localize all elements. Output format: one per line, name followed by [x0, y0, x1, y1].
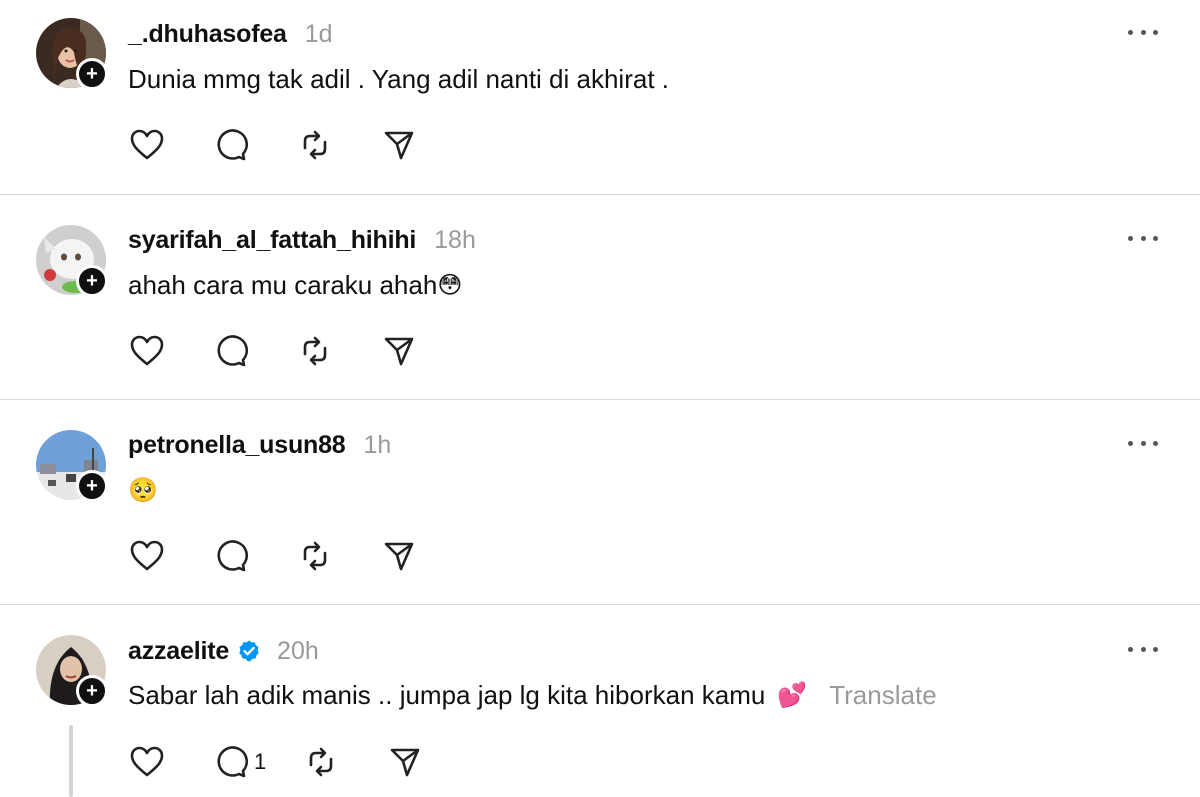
avatar-wrap[interactable]: +: [36, 635, 108, 707]
follow-plus-icon[interactable]: +: [76, 58, 108, 90]
action-bar: [128, 125, 418, 165]
more-icon[interactable]: [1128, 22, 1158, 42]
follow-plus-icon[interactable]: +: [76, 265, 108, 297]
repost-icon[interactable]: [302, 743, 340, 781]
heart-icon[interactable]: [128, 537, 166, 575]
timestamp[interactable]: 1d: [305, 20, 333, 49]
send-icon[interactable]: [386, 743, 424, 781]
post-header: azzaelite 20h: [128, 635, 319, 667]
repost-icon[interactable]: [296, 126, 334, 164]
post-text: ahah cara mu caraku ahah 😳: [128, 268, 462, 302]
post: + _.dhuhasofea 1d Dunia mmg tak adil . Y…: [0, 0, 1200, 194]
username[interactable]: syarifah_al_fattah_hihihi: [128, 226, 416, 255]
send-icon[interactable]: [380, 537, 418, 575]
username[interactable]: azzaelite: [128, 637, 229, 666]
reply-count: 1: [254, 749, 267, 774]
username[interactable]: petronella_usun88: [128, 431, 346, 460]
post: + syarifah_al_fattah_hihihi 18h ahah car…: [0, 195, 1200, 399]
heart-icon[interactable]: [128, 743, 166, 781]
more-icon[interactable]: [1128, 228, 1158, 248]
flushed-emoji: 😳: [437, 271, 463, 299]
send-icon[interactable]: [380, 332, 418, 370]
more-icon[interactable]: [1128, 433, 1158, 453]
heart-icon[interactable]: [128, 332, 166, 370]
more-icon[interactable]: [1128, 639, 1158, 659]
translate-link[interactable]: Translate: [829, 680, 936, 711]
verified-badge-icon: [237, 639, 261, 663]
action-bar: 1: [128, 742, 424, 782]
action-bar: [128, 536, 418, 576]
comment-icon[interactable]: [212, 332, 250, 370]
post-text: Dunia mmg tak adil . Yang adil nanti di …: [128, 62, 669, 96]
heart-icon[interactable]: [128, 126, 166, 164]
timestamp[interactable]: 1h: [364, 431, 392, 460]
comment-icon[interactable]: [212, 743, 250, 781]
timestamp[interactable]: 18h: [434, 226, 476, 255]
repost-icon[interactable]: [296, 537, 334, 575]
thread-feed: + _.dhuhasofea 1d Dunia mmg tak adil . Y…: [0, 0, 1200, 797]
post-text: Sabar lah adik manis .. jumpa jap lg kit…: [128, 678, 937, 712]
username[interactable]: _.dhuhasofea: [128, 20, 287, 49]
hearts-emoji: 💕: [777, 681, 808, 709]
post-header: syarifah_al_fattah_hihihi 18h: [128, 224, 476, 256]
thread-line: [69, 725, 73, 797]
post-text-content: Sabar lah adik manis .. jumpa jap lg kit…: [128, 679, 766, 710]
avatar-wrap[interactable]: +: [36, 430, 108, 502]
post-text-content: ahah cara mu caraku ahah: [128, 269, 438, 300]
post-header: petronella_usun88 1h: [128, 429, 391, 461]
avatar-wrap[interactable]: +: [36, 18, 108, 90]
post-text-content: Dunia mmg tak adil . Yang adil nanti di …: [128, 63, 669, 94]
follow-plus-icon[interactable]: +: [76, 675, 108, 707]
comment-icon[interactable]: [212, 126, 250, 164]
timestamp[interactable]: 20h: [277, 637, 319, 666]
post-header: _.dhuhasofea 1d: [128, 18, 333, 50]
repost-icon[interactable]: [296, 332, 334, 370]
post-text: 🥺: [128, 473, 158, 507]
pleading-emoji: 🥺: [128, 476, 158, 504]
avatar-wrap[interactable]: +: [36, 225, 108, 297]
follow-plus-icon[interactable]: +: [76, 470, 108, 502]
comment-icon[interactable]: [212, 537, 250, 575]
reply-button[interactable]: 1: [212, 743, 266, 781]
action-bar: [128, 331, 418, 371]
send-icon[interactable]: [380, 126, 418, 164]
post: + azzaelite 20h Sabar lah adik manis .. …: [0, 605, 1200, 797]
post: + petronella_usun88 1h 🥺: [0, 400, 1200, 604]
